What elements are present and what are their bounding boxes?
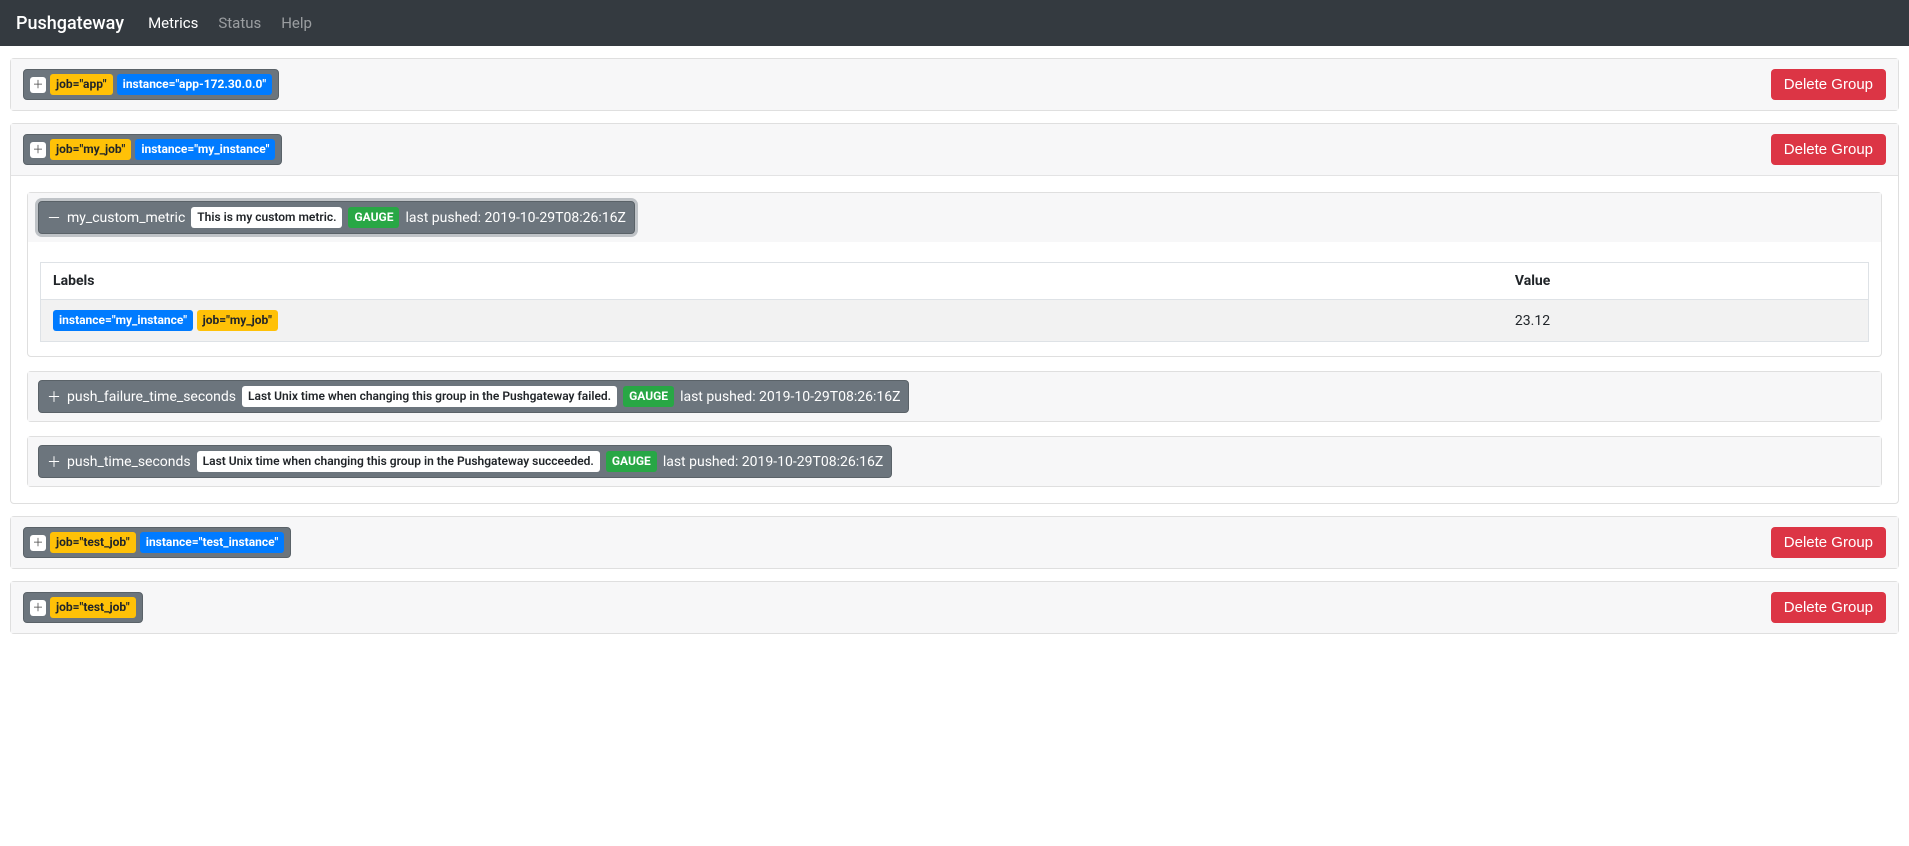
metric-header: ＋ push_time_seconds Last Unix time when … <box>28 437 1881 486</box>
metric-card: ＋ push_time_seconds Last Unix time when … <box>27 436 1882 487</box>
table-header-labels: Labels <box>41 263 1503 300</box>
group-toggle[interactable]: ＋ job="test_job" instance="test_instance… <box>23 527 291 558</box>
group-toggle[interactable]: ＋ job="test_job" <box>23 592 143 623</box>
instance-label: instance="test_instance" <box>140 532 285 553</box>
metric-help: This is my custom metric. <box>191 207 342 228</box>
metric-header: － my_custom_metric This is my custom met… <box>28 193 1881 242</box>
metric-name: my_custom_metric <box>67 210 185 226</box>
expand-icon: ＋ <box>47 387 61 407</box>
metric-name: push_time_seconds <box>67 454 191 470</box>
group-header: ＋ job="test_job" instance="test_instance… <box>11 517 1898 568</box>
row-value-cell: 23.12 <box>1503 300 1869 342</box>
instance-label: instance="my_instance" <box>135 139 275 160</box>
instance-label: instance="app-172.30.0.0" <box>117 74 273 95</box>
metric-card: ＋ push_failure_time_seconds Last Unix ti… <box>27 371 1882 422</box>
group-header: ＋ job="app" instance="app-172.30.0.0" De… <box>11 59 1898 110</box>
delete-group-button[interactable]: Delete Group <box>1771 527 1886 558</box>
job-label: job="my_job" <box>50 139 131 160</box>
metric-type-badge: GAUGE <box>348 207 399 228</box>
group-card: ＋ job="test_job" Delete Group <box>10 581 1899 634</box>
expand-icon: ＋ <box>30 77 46 93</box>
metric-type-badge: GAUGE <box>623 386 674 407</box>
expand-icon: ＋ <box>30 600 46 616</box>
job-label: job="test_job" <box>50 532 136 553</box>
nav-help[interactable]: Help <box>281 14 312 32</box>
job-label: job="test_job" <box>50 597 136 618</box>
expand-icon: ＋ <box>30 535 46 551</box>
delete-group-button[interactable]: Delete Group <box>1771 69 1886 100</box>
metric-table: Labels Value instance="my_instance" job=… <box>40 262 1869 342</box>
metric-help: Last Unix time when changing this group … <box>242 386 617 407</box>
metric-toggle[interactable]: ＋ push_failure_time_seconds Last Unix ti… <box>38 380 909 413</box>
metric-toggle[interactable]: ＋ push_time_seconds Last Unix time when … <box>38 445 892 478</box>
app-brand[interactable]: Pushgateway <box>16 13 124 34</box>
delete-group-button[interactable]: Delete Group <box>1771 592 1886 623</box>
metric-name: push_failure_time_seconds <box>67 389 236 405</box>
metric-toggle[interactable]: － my_custom_metric This is my custom met… <box>38 201 635 234</box>
delete-group-button[interactable]: Delete Group <box>1771 134 1886 165</box>
expand-icon: ＋ <box>47 452 61 472</box>
collapse-icon: － <box>47 208 61 228</box>
instance-label: instance="my_instance" <box>53 310 193 331</box>
group-card: ＋ job="test_job" instance="test_instance… <box>10 516 1899 569</box>
table-row: instance="my_instance" job="my_job" 23.1… <box>41 300 1869 342</box>
group-card: ＋ job="app" instance="app-172.30.0.0" De… <box>10 58 1899 111</box>
group-toggle[interactable]: ＋ job="my_job" instance="my_instance" <box>23 134 282 165</box>
metric-card: － my_custom_metric This is my custom met… <box>27 192 1882 357</box>
group-header: ＋ job="my_job" instance="my_instance" De… <box>11 124 1898 176</box>
group-toggle[interactable]: ＋ job="app" instance="app-172.30.0.0" <box>23 69 279 100</box>
metric-body: Labels Value instance="my_instance" job=… <box>28 242 1881 356</box>
group-header: ＋ job="test_job" Delete Group <box>11 582 1898 633</box>
nav-metrics[interactable]: Metrics <box>148 14 198 32</box>
metric-last-pushed: last pushed: 2019-10-29T08:26:16Z <box>680 389 900 405</box>
expand-icon: ＋ <box>30 142 46 158</box>
navbar: Pushgateway Metrics Status Help <box>0 0 1909 46</box>
metric-type-badge: GAUGE <box>606 451 657 472</box>
group-body: － my_custom_metric This is my custom met… <box>11 176 1898 503</box>
row-labels-cell: instance="my_instance" job="my_job" <box>41 300 1503 342</box>
metric-header: ＋ push_failure_time_seconds Last Unix ti… <box>28 372 1881 421</box>
nav-status[interactable]: Status <box>218 14 261 32</box>
table-header-value: Value <box>1503 263 1869 300</box>
main-container: ＋ job="app" instance="app-172.30.0.0" De… <box>0 46 1909 634</box>
group-card: ＋ job="my_job" instance="my_instance" De… <box>10 123 1899 504</box>
job-label: job="my_job" <box>197 310 278 331</box>
metric-last-pushed: last pushed: 2019-10-29T08:26:16Z <box>405 210 625 226</box>
job-label: job="app" <box>50 74 113 95</box>
metric-help: Last Unix time when changing this group … <box>197 451 600 472</box>
metric-last-pushed: last pushed: 2019-10-29T08:26:16Z <box>663 454 883 470</box>
